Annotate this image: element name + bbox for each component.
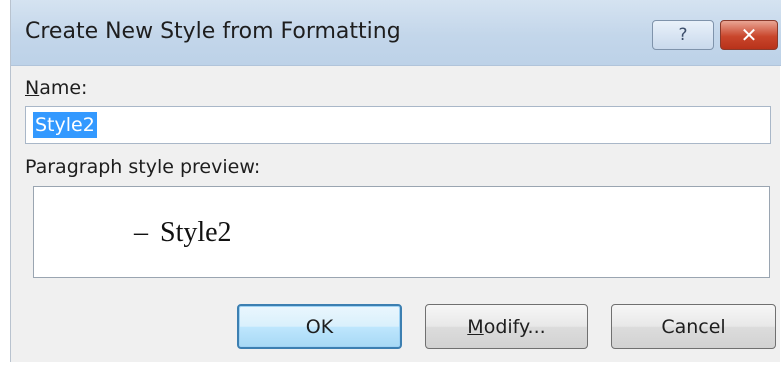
title-bar[interactable]: Create New Style from Formatting ? ✕ xyxy=(11,0,781,66)
name-input-value: Style2 xyxy=(33,112,97,138)
modify-button[interactable]: Modify... xyxy=(425,304,588,349)
name-label-accelerator: N xyxy=(25,77,40,99)
cancel-button[interactable]: Cancel xyxy=(611,304,776,349)
preview-style-name: Style2 xyxy=(160,217,232,248)
close-icon: ✕ xyxy=(740,23,758,47)
modify-button-label: Modify... xyxy=(467,316,545,338)
ok-button[interactable]: OK xyxy=(237,304,402,349)
create-style-dialog: Create New Style from Formatting ? ✕ Nam… xyxy=(10,0,781,362)
name-label: Name: xyxy=(25,77,87,99)
paragraph-style-preview: – Style2 xyxy=(33,186,770,278)
ok-button-label: OK xyxy=(305,315,334,338)
preview-label: Paragraph style preview: xyxy=(25,156,261,178)
name-input[interactable]: Style2 xyxy=(25,106,771,144)
modify-accelerator: M xyxy=(467,315,484,338)
modify-label-rest: odify... xyxy=(483,315,546,338)
preview-dash: – xyxy=(134,217,148,248)
help-icon: ? xyxy=(678,25,688,45)
cancel-button-label: Cancel xyxy=(661,315,726,338)
help-button[interactable]: ? xyxy=(652,20,714,50)
name-label-rest: ame: xyxy=(39,77,88,99)
dialog-title: Create New Style from Formatting xyxy=(25,19,401,44)
preview-text: – Style2 xyxy=(134,217,232,249)
close-button[interactable]: ✕ xyxy=(720,20,778,50)
